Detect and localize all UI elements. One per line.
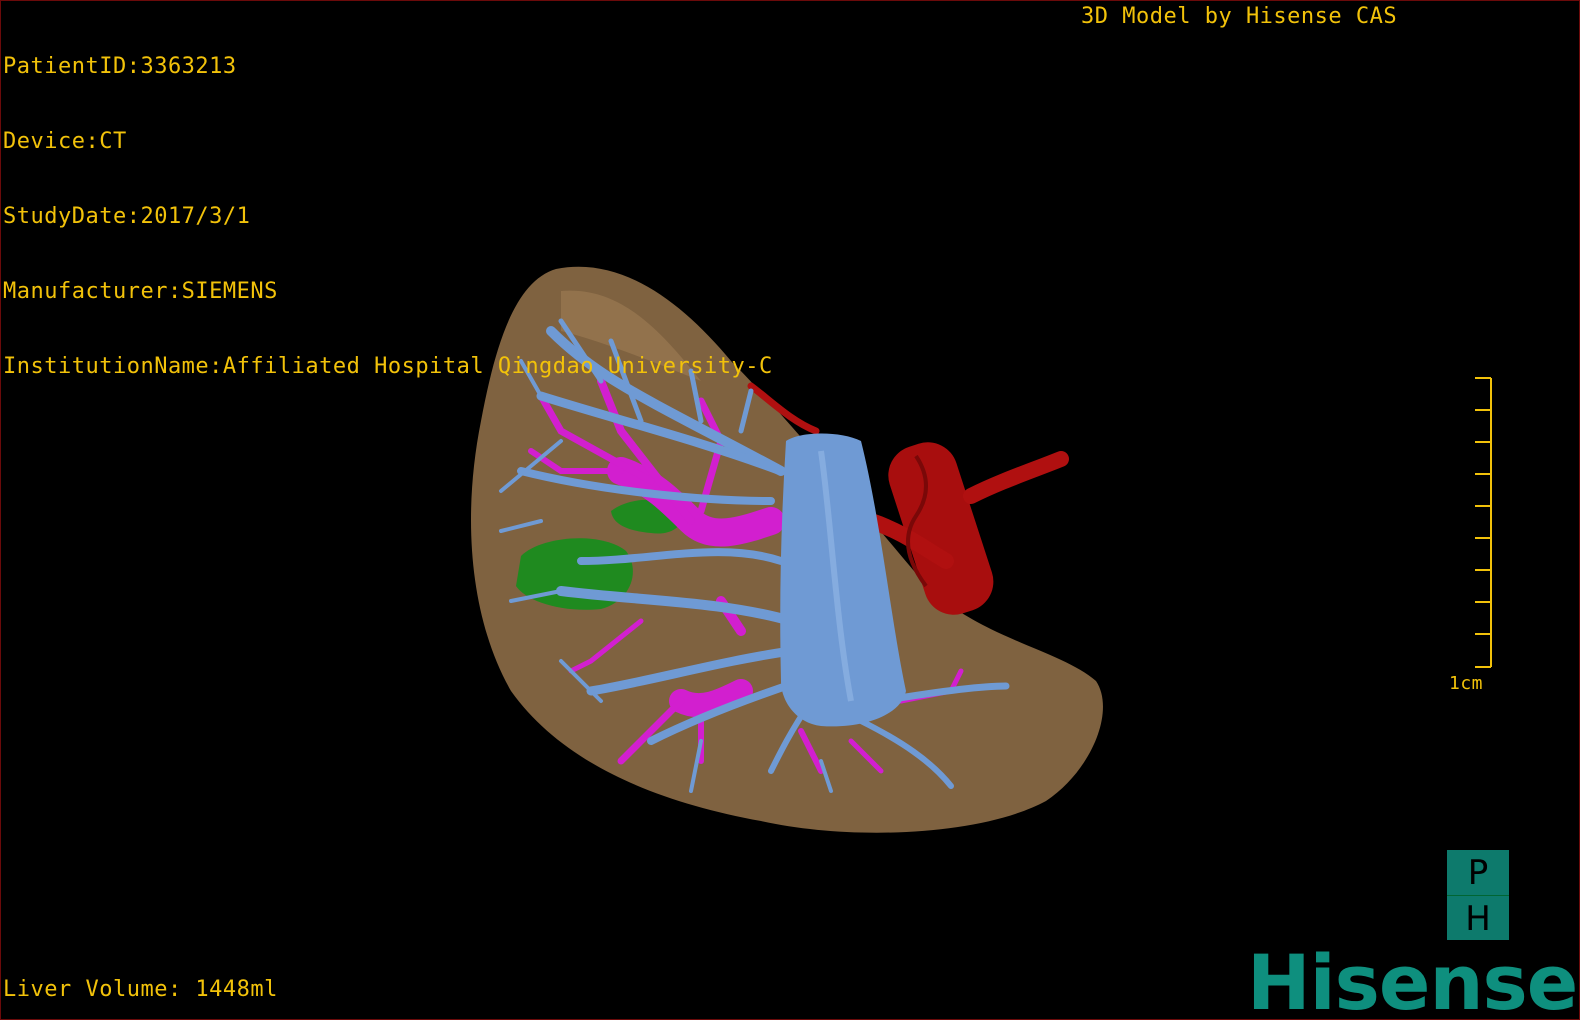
orientation-bottom: H [1465,898,1491,939]
model-credit: 3D Model by Hisense CAS [1081,4,1398,29]
scale-label: 1cm [1449,673,1484,694]
device: Device:CT [3,129,127,154]
hisense-logo: Hisense [1247,938,1578,1020]
patient-id: PatientID:3363213 [3,54,237,79]
manufacturer: Manufacturer:SIEMENS [3,279,278,304]
study-date: StudyDate:2017/3/1 [3,204,251,229]
3d-viewport[interactable]: PatientID:3363213 Device:CT StudyDate:20… [0,0,1580,1020]
orientation-top: P [1447,850,1509,896]
institution-name: InstitutionName:Affiliated Hospital Qing… [3,354,773,379]
orientation-cube[interactable]: P H [1447,850,1509,940]
scale-bar [1475,377,1492,668]
dicom-info: PatientID:3363213 Device:CT StudyDate:20… [3,4,773,429]
liver-volume: Liver Volume: 1448ml [3,977,278,1002]
